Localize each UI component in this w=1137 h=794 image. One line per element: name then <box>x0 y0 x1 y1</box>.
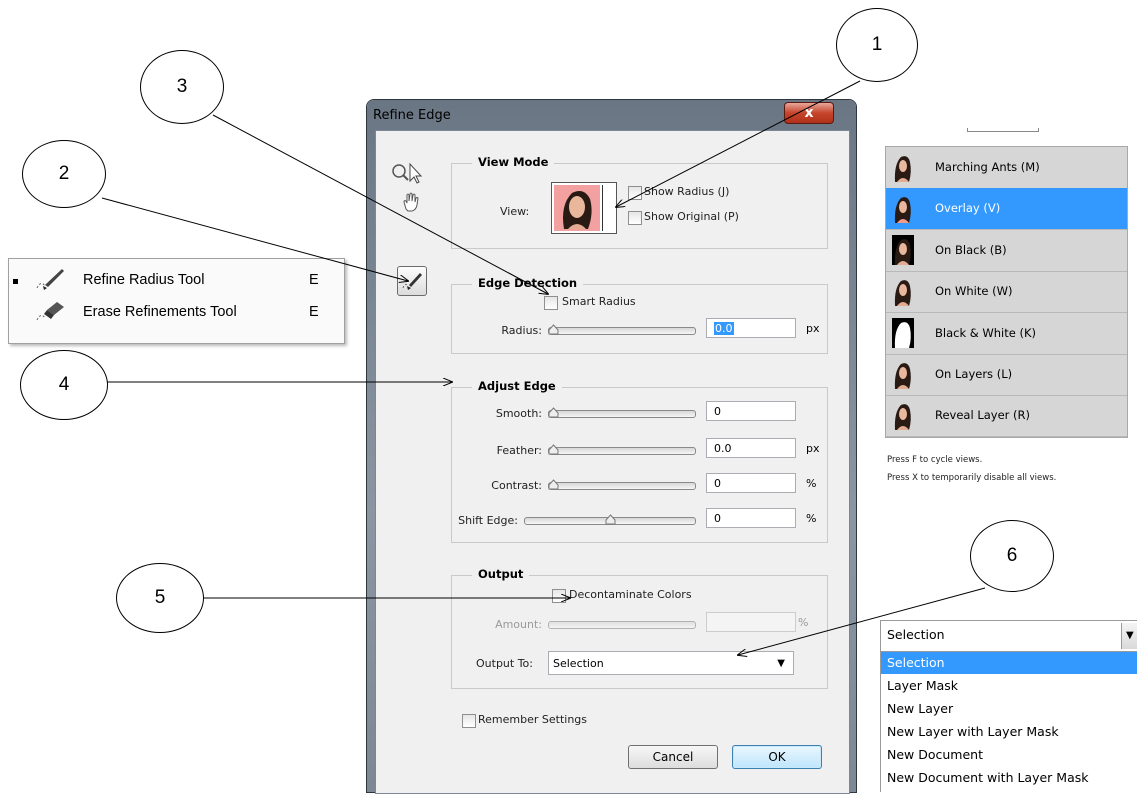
callout-1: 1 <box>836 8 918 82</box>
callout-number: 3 <box>176 76 188 97</box>
callout-number: 2 <box>58 163 70 184</box>
callout-number: 4 <box>58 374 70 395</box>
callout-5: 5 <box>116 563 204 633</box>
callout-3: 3 <box>140 50 224 124</box>
callout-number: 5 <box>154 587 166 608</box>
callout-2: 2 <box>22 140 106 208</box>
callout-number: 6 <box>1006 545 1018 566</box>
callout-4: 4 <box>20 350 108 420</box>
callout-number: 1 <box>871 34 883 55</box>
callout-6: 6 <box>970 520 1054 592</box>
